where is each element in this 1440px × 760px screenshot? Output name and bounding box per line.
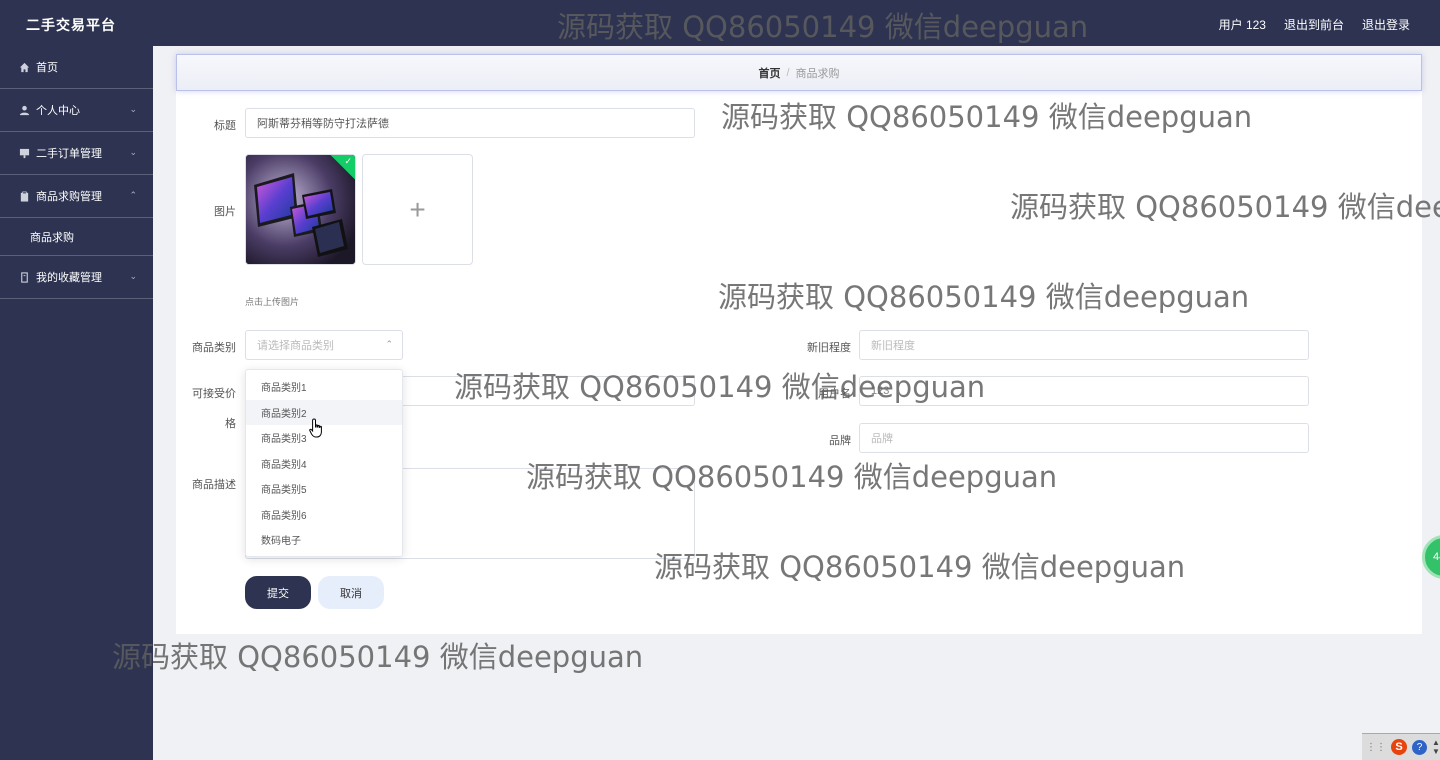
sidebar-subitem-wanted[interactable]: 商品求购 [0, 218, 153, 256]
brand-label: 品牌 [829, 435, 851, 447]
chevron-up-icon: ⌃ [129, 190, 137, 200]
exit-to-front-link[interactable]: 退出到前台 [1284, 16, 1344, 33]
title-label: 标题 [214, 120, 236, 132]
sidebar: 首页 个人中心 ⌄ 二手订单管理 ⌄ 商品求购管理 ⌃ 商品求购 我的收藏管理 … [0, 46, 153, 760]
sidebar-item-label: 商品求购管理 [36, 191, 102, 203]
sidebar-item-label: 二手订单管理 [36, 148, 102, 160]
category-option[interactable]: 商品类别1 [246, 374, 402, 400]
watermark: 源码获取 QQ86050149 微信deepguan [112, 640, 644, 674]
category-option[interactable]: 商品类别5 [246, 476, 402, 502]
system-tray: ⋮⋮ S ? ▲ ▼ [1362, 733, 1440, 760]
price-label-line1: 可接受价 [192, 388, 236, 400]
category-option[interactable]: 商品类别6 [246, 502, 402, 528]
ime-icon[interactable]: S [1391, 739, 1407, 755]
chevron-down-icon: ⌄ [129, 104, 137, 114]
category-option[interactable]: 数码电子 [246, 527, 402, 553]
submit-button[interactable]: 提交 [245, 576, 311, 609]
breadcrumb-home[interactable]: 首页 [758, 65, 780, 81]
category-select[interactable]: 请选择商品类别 ⌃ [245, 330, 403, 360]
top-bar: 二手交易平台 用户 123 退出到前台 退出登录 [0, 0, 1440, 46]
uploaded-image-thumbnail[interactable]: ✓ [245, 154, 356, 265]
home-icon [18, 61, 30, 73]
sidebar-item-home[interactable]: 首页 [0, 46, 153, 89]
header-actions: 用户 123 退出到前台 退出登录 [1219, 16, 1410, 33]
phone-product-image [246, 155, 355, 264]
title-input[interactable]: 阿斯蒂芬稍等防守打法萨德 [245, 108, 695, 138]
user-label[interactable]: 用户 123 [1219, 16, 1266, 33]
description-label: 商品描述 [192, 479, 236, 491]
chevron-up-icon: ⌃ [385, 339, 393, 349]
plus-icon: + [409, 193, 426, 225]
sidebar-item-wanted-management[interactable]: 商品求购管理 ⌃ [0, 175, 153, 218]
category-label: 商品类别 [192, 342, 236, 354]
sidebar-item-favorites[interactable]: 我的收藏管理 ⌄ [0, 256, 153, 299]
category-placeholder: 请选择商品类别 [257, 340, 334, 352]
cancel-button[interactable]: 取消 [318, 576, 384, 609]
category-option[interactable]: 商品类别4 [246, 451, 402, 477]
app-brand: 二手交易平台 [26, 17, 116, 33]
upload-tip: 点击上传图片 [245, 297, 300, 307]
image-label: 图片 [214, 206, 236, 218]
sidebar-item-label: 我的收藏管理 [36, 272, 102, 284]
check-icon: ✓ [344, 156, 352, 166]
breadcrumb-current: 商品求购 [795, 67, 840, 80]
clipboard-icon [18, 190, 30, 202]
sidebar-item-label: 个人中心 [36, 105, 80, 117]
sidebar-item-orders[interactable]: 二手订单管理 ⌄ [0, 132, 153, 175]
username-input[interactable]: 123 [859, 376, 1309, 406]
logout-link[interactable]: 退出登录 [1362, 16, 1410, 33]
hand-cursor-icon [309, 418, 325, 443]
username-label: 用户名 [818, 388, 851, 400]
grip-icon: ⋮⋮ [1366, 741, 1386, 753]
category-dropdown: 商品类别1 商品类别2 商品类别3 商品类别4 商品类别5 商品类别6 数码电子 [245, 369, 403, 557]
condition-input[interactable]: 新旧程度 [859, 330, 1309, 360]
tray-arrows-icon: ▲ ▼ [1432, 738, 1440, 756]
user-icon [18, 104, 30, 116]
sidebar-item-personal-center[interactable]: 个人中心 ⌄ [0, 89, 153, 132]
condition-label: 新旧程度 [807, 342, 851, 354]
chevron-down-icon: ⌄ [129, 271, 137, 281]
chevron-down-icon: ⌄ [129, 147, 137, 157]
breadcrumb-separator: / [786, 66, 790, 79]
sidebar-subitem-label: 商品求购 [30, 231, 74, 244]
help-icon[interactable]: ? [1412, 739, 1427, 755]
breadcrumb: 首页 / 商品求购 [176, 54, 1422, 91]
monitor-icon [18, 147, 30, 159]
sidebar-item-label: 首页 [36, 62, 58, 74]
brand-input[interactable]: 品牌 [859, 423, 1309, 453]
floating-widget[interactable]: 44 [1422, 535, 1440, 579]
price-label-line2: 格 [225, 418, 236, 430]
upload-add-button[interactable]: + [362, 154, 473, 265]
bookmark-icon [18, 271, 30, 283]
